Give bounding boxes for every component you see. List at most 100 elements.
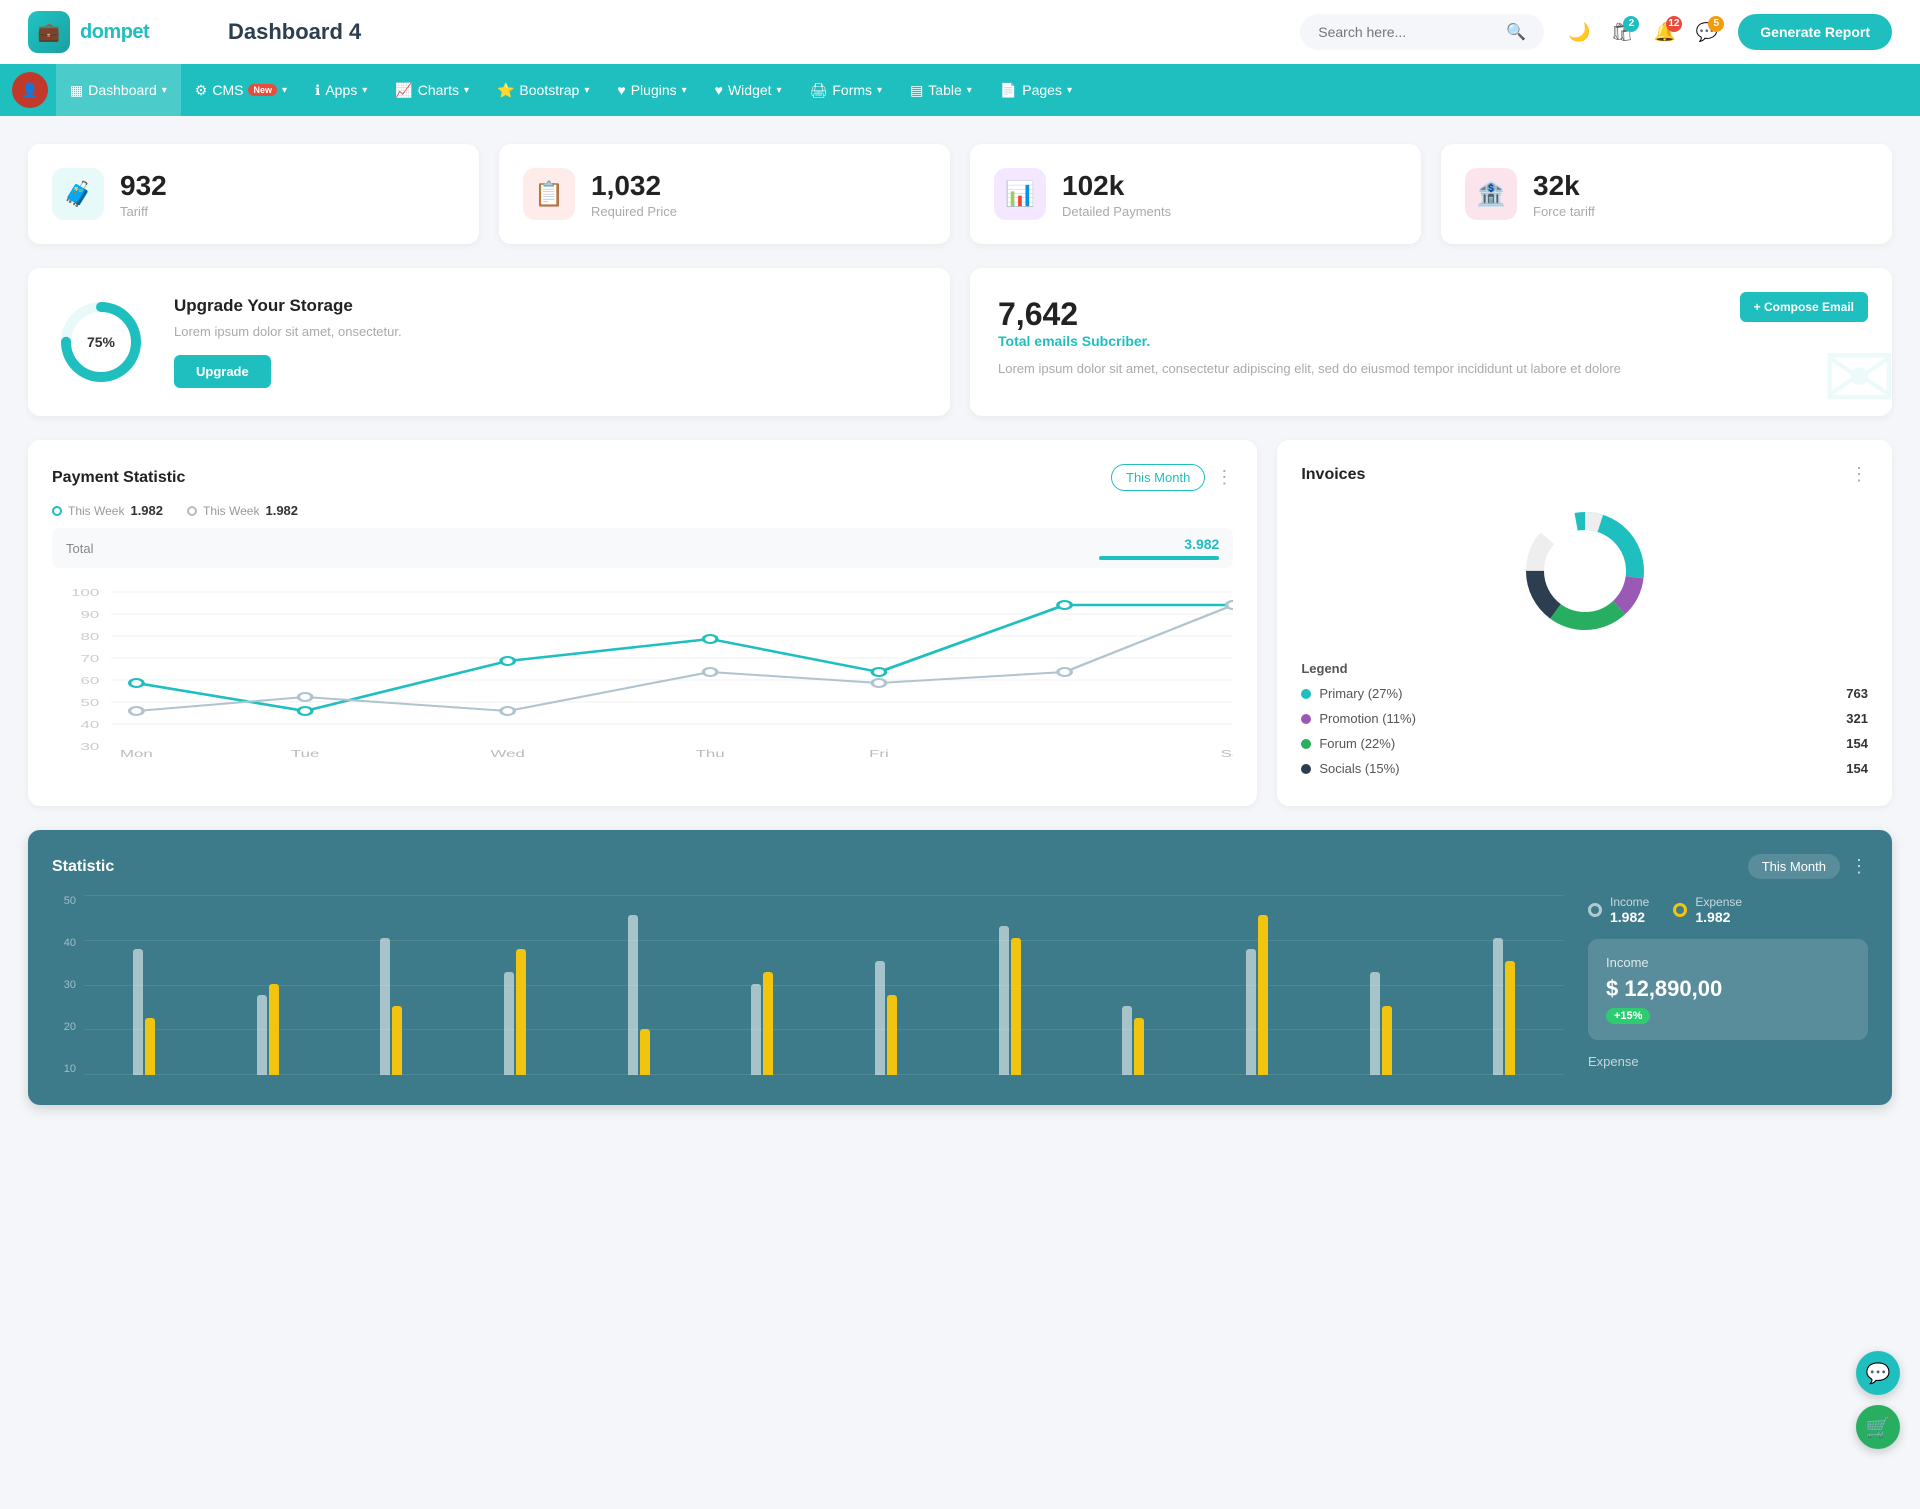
apps-icon: ℹ xyxy=(315,82,320,99)
income-expense-panel: Income 1.982 Expense 1.982 Income xyxy=(1588,895,1868,1069)
pages-icon: 📄 xyxy=(1000,82,1017,99)
dashboard-icon: ▦ xyxy=(70,82,83,99)
storage-text: Upgrade Your Storage Lorem ipsum dolor s… xyxy=(174,296,402,388)
logo-area: 💼 dompet xyxy=(28,11,208,53)
bar-white-9 xyxy=(1246,949,1256,1075)
bar-white-0 xyxy=(133,949,143,1075)
nav-label-table: Table xyxy=(928,82,961,98)
statistic-title: Statistic xyxy=(52,858,114,876)
email-card: + Compose Email 7,642 Total emails Subcr… xyxy=(970,268,1892,416)
search-input[interactable] xyxy=(1318,24,1498,40)
svg-text:Mon: Mon xyxy=(120,748,153,760)
nav-label-forms: Forms xyxy=(832,82,872,98)
payment-more-options[interactable]: ⋮ xyxy=(1215,467,1233,488)
expense-legend-label: Expense xyxy=(1695,895,1742,909)
nav-item-charts[interactable]: 📈 Charts ▾ xyxy=(381,64,483,116)
income-legend-value: 1.982 xyxy=(1610,909,1649,925)
storage-donut: 75% xyxy=(56,297,146,387)
nav-item-widget[interactable]: ♥ Widget ▾ xyxy=(701,64,796,116)
income-change-row: +15% xyxy=(1606,1008,1850,1024)
nav-item-apps[interactable]: ℹ Apps ▾ xyxy=(301,64,381,116)
total-right: 3.982 xyxy=(1099,536,1219,560)
nav-avatar: 👤 xyxy=(12,72,48,108)
required-price-value: 1,032 xyxy=(591,170,677,202)
income-legend-item: Income 1.982 xyxy=(1588,895,1649,925)
primary-dot xyxy=(1301,689,1311,699)
force-tariff-info: 32k Force tariff xyxy=(1533,170,1595,219)
expense-label-row: Expense xyxy=(1588,1054,1868,1069)
nav-item-cms[interactable]: ⚙ CMS New ▾ xyxy=(181,64,301,116)
bar-group-3 xyxy=(455,949,575,1075)
statistic-controls: This Month ⋮ xyxy=(1748,854,1868,879)
ie-legend: Income 1.982 Expense 1.982 xyxy=(1588,895,1868,925)
promotion-dot xyxy=(1301,714,1311,724)
total-value: 3.982 xyxy=(1184,536,1219,552)
charts-row: Payment Statistic This Month ⋮ This Week… xyxy=(28,440,1892,806)
bar-white-1 xyxy=(257,995,267,1075)
theme-toggle[interactable]: 🌙 xyxy=(1568,22,1590,43)
svg-text:Wed: Wed xyxy=(490,748,524,760)
storage-card: 75% Upgrade Your Storage Lorem ipsum dol… xyxy=(28,268,950,416)
forum-count: 154 xyxy=(1846,736,1868,751)
upgrade-button[interactable]: Upgrade xyxy=(174,355,271,388)
legend-item-forum: Forum (22%) 154 xyxy=(1301,736,1868,751)
detailed-payments-label: Detailed Payments xyxy=(1062,204,1171,219)
bar-yellow-0 xyxy=(145,1018,155,1075)
chat-icon-btn[interactable]: 💬 5 xyxy=(1696,22,1718,43)
detailed-payments-info: 102k Detailed Payments xyxy=(1062,170,1171,219)
bar-yellow-1 xyxy=(269,984,279,1075)
payment-card-header: Payment Statistic This Month ⋮ xyxy=(52,464,1233,491)
float-btn-support[interactable]: 💬 xyxy=(1856,1351,1900,1395)
charts-chevron: ▾ xyxy=(464,85,469,96)
detailed-payments-value: 102k xyxy=(1062,170,1171,202)
nav-item-bootstrap[interactable]: ⭐ Bootstrap ▾ xyxy=(483,64,603,116)
nav-item-dashboard[interactable]: ▦ Dashboard ▾ xyxy=(56,64,181,116)
socials-label: Socials (15%) xyxy=(1319,761,1399,776)
invoices-more-options[interactable]: ⋮ xyxy=(1850,464,1868,485)
search-icon: 🔍 xyxy=(1506,22,1526,42)
legend-item-primary: Primary (27%) 763 xyxy=(1301,686,1868,701)
bar-white-5 xyxy=(751,984,761,1075)
nav-item-plugins[interactable]: ♥ Plugins ▾ xyxy=(603,64,700,116)
widget-chevron: ▾ xyxy=(777,85,782,96)
svg-text:80: 80 xyxy=(80,631,99,643)
invoices-donut-chart xyxy=(1301,501,1868,641)
income-detail-box: Income $ 12,890,00 +15% xyxy=(1588,939,1868,1040)
nav-item-forms[interactable]: 🖨 Forms ▾ xyxy=(796,64,896,116)
email-subtitle: Total emails Subcriber. xyxy=(998,333,1864,349)
bar-yellow-2 xyxy=(392,1006,402,1075)
bar-white-2 xyxy=(380,938,390,1075)
bar-yellow-9 xyxy=(1258,915,1268,1075)
table-chevron: ▾ xyxy=(967,85,972,96)
svg-text:100: 100 xyxy=(71,587,99,599)
income-box-amount: $ 12,890,00 xyxy=(1606,976,1850,1002)
legend-item-socials: Socials (15%) 154 xyxy=(1301,761,1868,776)
generate-report-button[interactable]: Generate Report xyxy=(1738,14,1892,50)
bell-icon-btn[interactable]: 🔔 12 xyxy=(1653,22,1675,43)
nav-label-bootstrap: Bootstrap xyxy=(519,82,579,98)
required-price-label: Required Price xyxy=(591,204,677,219)
statistic-this-month-button[interactable]: This Month xyxy=(1748,854,1840,879)
this-month-button[interactable]: This Month xyxy=(1111,464,1205,491)
dashboard-chevron: ▾ xyxy=(162,85,167,96)
main-content: 🧳 932 Tariff 📋 1,032 Required Price 📊 10… xyxy=(0,116,1920,1145)
tariff-value: 932 xyxy=(120,170,167,202)
svg-text:Thu: Thu xyxy=(696,748,725,760)
shop-icon-btn[interactable]: 🛍 2 xyxy=(1611,22,1634,43)
float-btn-cart[interactable]: 🛒 xyxy=(1856,1405,1900,1449)
statistic-more-options[interactable]: ⋮ xyxy=(1850,856,1868,877)
legend-label-2: This Week xyxy=(203,504,259,518)
svg-text:Tue: Tue xyxy=(291,748,320,760)
nav-item-table[interactable]: ▤ Table ▾ xyxy=(896,64,986,116)
legend-item-primary-left: Primary (27%) xyxy=(1301,686,1402,701)
legend-item-promotion: Promotion (11%) 321 xyxy=(1301,711,1868,726)
bar-group-7 xyxy=(950,926,1070,1075)
legend-dot-teal xyxy=(52,506,62,516)
nav-item-pages[interactable]: 📄 Pages ▾ xyxy=(986,64,1086,116)
total-label: Total xyxy=(66,541,93,556)
invoices-legend-list: Primary (27%) 763 Promotion (11%) 321 Fo… xyxy=(1301,686,1868,776)
navigation: 👤 ▦ Dashboard ▾ ⚙ CMS New ▾ ℹ Apps ▾ 📈 C… xyxy=(0,64,1920,116)
compose-email-button[interactable]: + Compose Email xyxy=(1740,292,1868,322)
invoices-title: Invoices xyxy=(1301,466,1365,484)
nav-label-pages: Pages xyxy=(1022,82,1062,98)
